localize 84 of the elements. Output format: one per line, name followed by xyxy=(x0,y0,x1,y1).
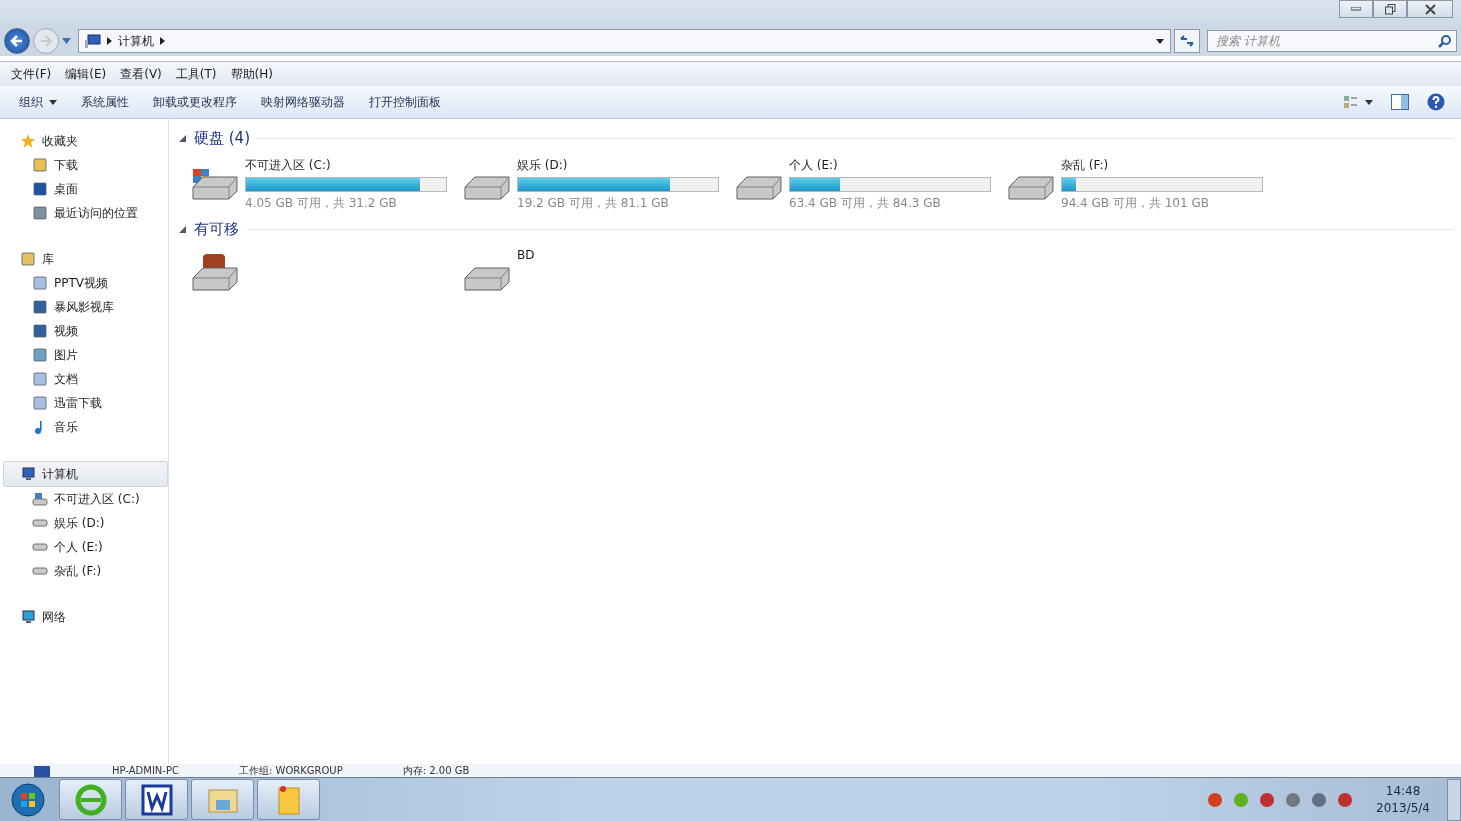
back-arrow-icon xyxy=(10,34,24,48)
taskbar-app-button[interactable] xyxy=(125,779,188,820)
browser-icon xyxy=(74,783,107,816)
restore-button[interactable] xyxy=(1373,0,1407,18)
free-space-text: 19.2 GB 可用，共 81.1 GB xyxy=(517,195,670,212)
sidebar-item[interactable]: 不可进入区 (C:) xyxy=(0,487,168,511)
sidebar-item[interactable]: 收藏夹 xyxy=(0,129,168,153)
menu-item[interactable]: 工具(T) xyxy=(168,65,224,83)
details-text: 工作组: WORKGROUP xyxy=(238,764,343,777)
drive-name: BD xyxy=(517,248,535,262)
section-header[interactable]: 硬盘 (4) xyxy=(194,128,250,148)
minimize-icon xyxy=(1351,7,1361,11)
details-text: HP-ADMIN-PC xyxy=(112,765,179,776)
menu-item[interactable]: 帮助(H) xyxy=(223,65,280,83)
document-app-icon xyxy=(140,783,173,816)
list-view-icon xyxy=(1343,95,1373,109)
sidebar-item[interactable]: 文档 xyxy=(0,367,168,391)
sidebar-item[interactable]: 图片 xyxy=(0,343,168,367)
sidebar-item[interactable]: 迅雷下载 xyxy=(0,391,168,415)
free-space-text: 94.4 GB 可用，共 101 GB xyxy=(1061,195,1210,212)
clock-time: 14:48 xyxy=(1385,784,1421,798)
menu-item[interactable]: 编辑(E) xyxy=(58,65,114,83)
address-bar[interactable]: 计算机 xyxy=(78,29,1171,53)
close-icon xyxy=(1424,3,1436,15)
sidebar-item[interactable]: 下载 xyxy=(0,153,168,177)
sidebar-item[interactable]: 音乐 xyxy=(0,415,168,439)
breadcrumb-item[interactable]: 计算机 xyxy=(118,32,154,50)
close-button[interactable] xyxy=(1407,0,1453,18)
menu-item[interactable]: 文件(F) xyxy=(4,65,59,83)
drive-tile[interactable]: 杂乱 (F:) 94.4 GB 可用，共 101 GB xyxy=(1005,153,1277,212)
toolbar-button[interactable]: 映射网络驱动器 xyxy=(252,89,354,115)
menu-item[interactable]: 查看(V) xyxy=(113,65,169,83)
drive-icon xyxy=(32,567,48,575)
refresh-icon xyxy=(1179,34,1195,48)
drive-tile[interactable]: BD xyxy=(461,244,733,292)
drive-tile[interactable]: 不可进入区 (C:) 4.05 GB 可用，共 31.2 GB xyxy=(189,153,461,212)
section-header[interactable]: 有可移 xyxy=(194,219,239,239)
drive-icon xyxy=(32,519,48,527)
search-field[interactable]: 搜索 计算机 xyxy=(1207,30,1457,52)
drive-name: 娱乐 (D:) xyxy=(517,157,569,174)
chevron-icon[interactable] xyxy=(107,37,112,45)
star-icon xyxy=(20,133,36,149)
dropdown-arrow-icon[interactable] xyxy=(1156,38,1164,44)
free-space-text: 4.05 GB 可用，共 31.2 GB xyxy=(245,195,398,212)
drive-tile[interactable]: 娱乐 (D:) 19.2 GB 可用，共 81.1 GB xyxy=(461,153,733,212)
details-text: 内存: 2.00 GB xyxy=(402,764,470,777)
sidebar-item[interactable]: 计算机 xyxy=(3,461,168,487)
toolbar-button[interactable]: 打开控制面板 xyxy=(360,89,450,115)
back-button[interactable] xyxy=(4,28,30,54)
free-space-text: 63.4 GB 可用，共 84.3 GB xyxy=(789,195,942,212)
sidebar-item[interactable]: 最近访问的位置 xyxy=(0,201,168,225)
sidebar-item[interactable]: PPTV视频 xyxy=(0,271,168,295)
restore-icon xyxy=(1384,3,1396,15)
forward-arrow-icon xyxy=(39,34,53,48)
preview-pane-icon xyxy=(1391,94,1409,110)
drive-name: 杂乱 (F:) xyxy=(1061,157,1110,174)
toolbar-button[interactable]: 组织 xyxy=(10,89,66,115)
sidebar-item[interactable]: 桌面 xyxy=(0,177,168,201)
clock[interactable]: 14:48 2013/5/4 xyxy=(1376,784,1430,815)
sidebar-item[interactable]: 库 xyxy=(0,247,168,271)
sidebar-item[interactable]: 暴风影视库 xyxy=(0,295,168,319)
computer-icon xyxy=(85,34,101,48)
sidebar-item[interactable]: 个人 (E:) xyxy=(0,535,168,559)
windows-logo-icon xyxy=(11,782,45,817)
clock-date: 2013/5/4 xyxy=(1376,801,1430,815)
refresh-button[interactable] xyxy=(1174,29,1200,53)
drive-tile[interactable]: 个人 (E:) 63.4 GB 可用，共 84.3 GB xyxy=(733,153,1005,212)
collapse-arrow-icon[interactable] xyxy=(179,225,186,233)
chevron-icon[interactable] xyxy=(160,37,165,45)
computer-icon xyxy=(20,466,36,482)
drive-name: 个人 (E:) xyxy=(789,157,839,174)
sidebar-item[interactable]: 娱乐 (D:) xyxy=(0,511,168,535)
collapse-arrow-icon[interactable] xyxy=(179,134,186,142)
drive-name: 不可进入区 (C:) xyxy=(245,157,332,174)
search-icon[interactable] xyxy=(1438,35,1451,48)
toolbar-button[interactable]: 系统属性 xyxy=(72,89,138,115)
sidebar-item[interactable]: 网络 xyxy=(0,605,168,629)
toolbar-button[interactable]: 卸载或更改程序 xyxy=(144,89,246,115)
help-icon xyxy=(1427,93,1445,111)
sidebar-item[interactable]: 杂乱 (F:) xyxy=(0,559,168,583)
drive-icon xyxy=(32,543,48,551)
sidebar-item[interactable]: 视频 xyxy=(0,319,168,343)
drive-icon xyxy=(32,491,48,507)
disc-drive-icon xyxy=(189,254,241,292)
